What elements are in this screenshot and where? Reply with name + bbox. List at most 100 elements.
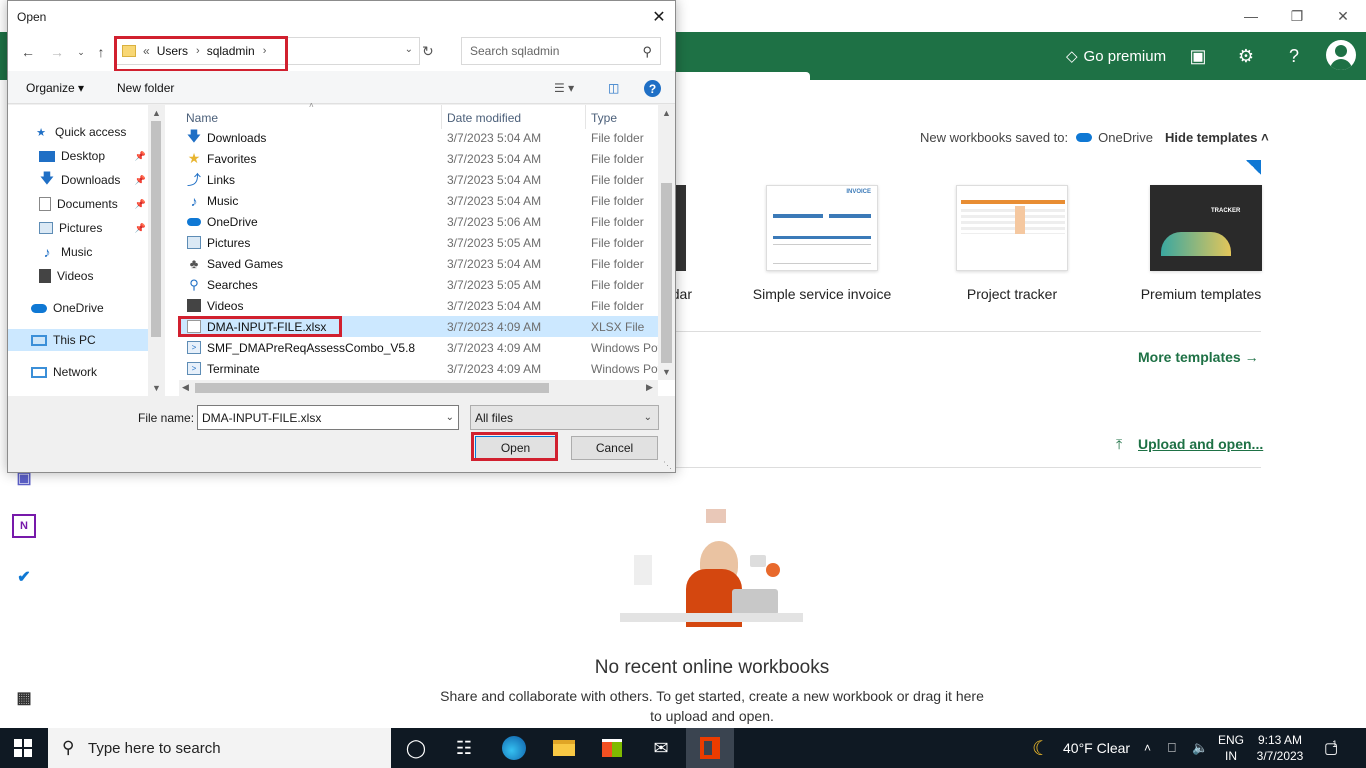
column-header-date[interactable]: Date modified	[447, 111, 521, 125]
template-label-invoice[interactable]: Simple service invoice	[742, 286, 902, 302]
hide-templates-button[interactable]: Hide templates ˄	[1165, 130, 1269, 145]
all-apps-icon[interactable]: ▦	[12, 686, 36, 710]
up-arrow-icon[interactable]: ↑	[92, 43, 110, 61]
help-icon[interactable]: ?	[644, 80, 661, 97]
language-indicator[interactable]: ENG IN	[1214, 732, 1248, 764]
nav-pane-scrollbar[interactable]: ▲ ▼	[148, 105, 164, 396]
new-folder-button[interactable]: New folder	[117, 81, 174, 95]
organize-button[interactable]: Organize ▾	[26, 81, 84, 95]
file-type-select[interactable]: All files ⌄	[470, 405, 659, 430]
store-icon[interactable]	[588, 728, 636, 768]
file-row[interactable]: OneDrive 3/7/2023 5:06 AM File folder	[179, 211, 659, 232]
template-thumb-invoice[interactable]: INVOICE	[766, 185, 878, 271]
chevron-right-icon[interactable]: ›	[196, 45, 200, 57]
mail-icon[interactable]: ✉	[637, 728, 685, 768]
template-thumb-calendar[interactable]	[676, 185, 686, 271]
nav-item-onedrive[interactable]: OneDrive	[8, 297, 148, 319]
edge-icon[interactable]	[490, 728, 538, 768]
pin-icon[interactable]: 📌	[135, 151, 146, 162]
column-header-type[interactable]: Type	[591, 111, 617, 125]
pin-icon[interactable]: 📌	[135, 175, 146, 186]
taskbar-search-input[interactable]: ⚲ Type here to search	[48, 728, 391, 768]
file-row[interactable]: > SMF_DMAPreReqAssessCombo_V5.8 3/7/2023…	[179, 337, 659, 358]
column-header-name[interactable]: Name	[186, 111, 218, 125]
nav-item-desktop[interactable]: Desktop 📌	[8, 145, 148, 167]
file-row[interactable]: ♪ Music 3/7/2023 5:04 AM File folder	[179, 190, 659, 211]
open-button[interactable]: Open	[475, 436, 556, 460]
scrollbar-thumb[interactable]	[661, 183, 672, 363]
address-bar[interactable]: « Users › sqladmin › ⌄	[114, 37, 420, 65]
file-row[interactable]: Pictures 3/7/2023 5:05 AM File folder	[179, 232, 659, 253]
breadcrumb-users[interactable]: Users	[157, 44, 188, 58]
chevron-right-icon[interactable]: ›	[263, 45, 267, 57]
recent-locations-icon[interactable]: ⌄	[72, 43, 90, 61]
nav-item-downloads[interactable]: 🡇 Downloads 📌	[8, 169, 148, 191]
nav-item-pictures[interactable]: Pictures 📌	[8, 217, 148, 239]
help-icon[interactable]: ?	[1282, 44, 1306, 68]
nav-item-videos[interactable]: Videos	[8, 265, 148, 287]
file-row[interactable]: ★ Favorites 3/7/2023 5:04 AM File folder	[179, 148, 659, 169]
cortana-icon[interactable]: ◯	[392, 728, 440, 768]
close-icon[interactable]: ✕	[643, 1, 675, 33]
nav-item-documents[interactable]: Documents 📌	[8, 193, 148, 215]
office-icon[interactable]	[686, 728, 734, 768]
volume-icon[interactable]: 🔈	[1192, 728, 1208, 768]
scroll-up-icon[interactable]: ▲	[662, 108, 671, 118]
minimize-icon[interactable]: —	[1228, 0, 1274, 32]
file-row[interactable]: ⚲ Searches 3/7/2023 5:05 AM File folder	[179, 274, 659, 295]
restore-icon[interactable]: ❐	[1274, 0, 1320, 32]
forward-arrow-icon[interactable]: →	[48, 43, 66, 61]
clock[interactable]: 9:13 AM 3/7/2023	[1252, 732, 1308, 764]
go-premium-button[interactable]: ◇ Go premium	[1066, 44, 1166, 68]
cancel-button[interactable]: Cancel	[571, 436, 658, 460]
template-thumb-premium[interactable]: TRACKER	[1150, 185, 1262, 271]
file-row[interactable]: 🡇 Downloads 3/7/2023 5:04 AM File folder	[179, 127, 659, 148]
file-row[interactable]: ♣ Saved Games 3/7/2023 5:04 AM File fold…	[179, 253, 659, 274]
file-list-hscrollbar[interactable]: ◀ ▶	[179, 380, 658, 396]
pin-icon[interactable]: 📌	[135, 199, 146, 210]
refresh-icon[interactable]: ↻	[422, 43, 434, 60]
scroll-left-icon[interactable]: ◀	[182, 382, 189, 393]
view-options-icon[interactable]: ☰ ▾	[554, 81, 574, 95]
upload-and-open-link[interactable]: Upload and open...	[1138, 436, 1263, 452]
template-thumb-project-tracker[interactable]	[956, 185, 1068, 271]
nav-item-music[interactable]: ♪ Music	[8, 241, 148, 263]
nav-item-this-pc[interactable]: This PC	[8, 329, 148, 351]
resize-grip-icon[interactable]: ⋱	[663, 460, 672, 471]
nav-item-network[interactable]: Network	[8, 361, 148, 383]
preview-pane-icon[interactable]: ◫	[608, 81, 619, 95]
file-row-selected[interactable]: DMA-INPUT-FILE.xlsx 3/7/2023 4:09 AM XLS…	[179, 316, 659, 337]
file-list-scrollbar[interactable]: ▲ ▼	[658, 105, 675, 380]
breadcrumb-sqladmin[interactable]: sqladmin	[207, 44, 255, 58]
avatar[interactable]	[1326, 40, 1356, 70]
scroll-up-icon[interactable]: ▲	[152, 108, 161, 118]
file-row[interactable]: ⤴ Links 3/7/2023 5:04 AM File folder	[179, 169, 659, 190]
close-window-icon[interactable]: ✕	[1320, 0, 1366, 32]
scrollbar-thumb[interactable]	[151, 121, 161, 337]
file-explorer-icon[interactable]	[540, 728, 588, 768]
chevron-down-icon[interactable]: ⌄	[446, 412, 454, 423]
chevron-up-icon[interactable]: ˄	[1144, 728, 1151, 768]
task-view-icon[interactable]: ☷	[440, 728, 488, 768]
template-label-premium[interactable]: Premium templates	[1121, 286, 1281, 302]
back-arrow-icon[interactable]: ←	[19, 43, 37, 61]
onenote-app-icon[interactable]: N	[12, 514, 36, 538]
pin-icon[interactable]: 📌	[135, 223, 146, 234]
scroll-right-icon[interactable]: ▶	[646, 382, 653, 393]
template-label-project-tracker[interactable]: Project tracker	[932, 286, 1092, 302]
weather-widget[interactable]: 40°F Clear	[1063, 728, 1130, 768]
notification-icon[interactable]: ▢ 1	[1324, 728, 1338, 768]
teams-icon[interactable]: ▣	[1186, 44, 1210, 68]
app-search-input[interactable]	[660, 72, 810, 103]
windows-start-icon[interactable]	[14, 739, 32, 757]
search-input[interactable]: Search sqladmin ⚲	[461, 37, 661, 65]
gear-icon[interactable]: ⚙	[1234, 44, 1258, 68]
scrollbar-thumb[interactable]	[195, 383, 549, 393]
nav-item-quick-access[interactable]: ★ Quick access	[8, 121, 148, 143]
todo-app-icon[interactable]: ✔	[12, 565, 36, 589]
chevron-down-icon[interactable]: ⌄	[405, 44, 413, 55]
network-icon[interactable]: ⎕	[1168, 728, 1176, 768]
file-name-field[interactable]: DMA-INPUT-FILE.xlsx ⌄	[197, 405, 459, 430]
file-row[interactable]: > Terminate 3/7/2023 4:09 AM Windows Pow	[179, 358, 659, 379]
more-templates-link[interactable]: More templates →	[1138, 349, 1259, 365]
